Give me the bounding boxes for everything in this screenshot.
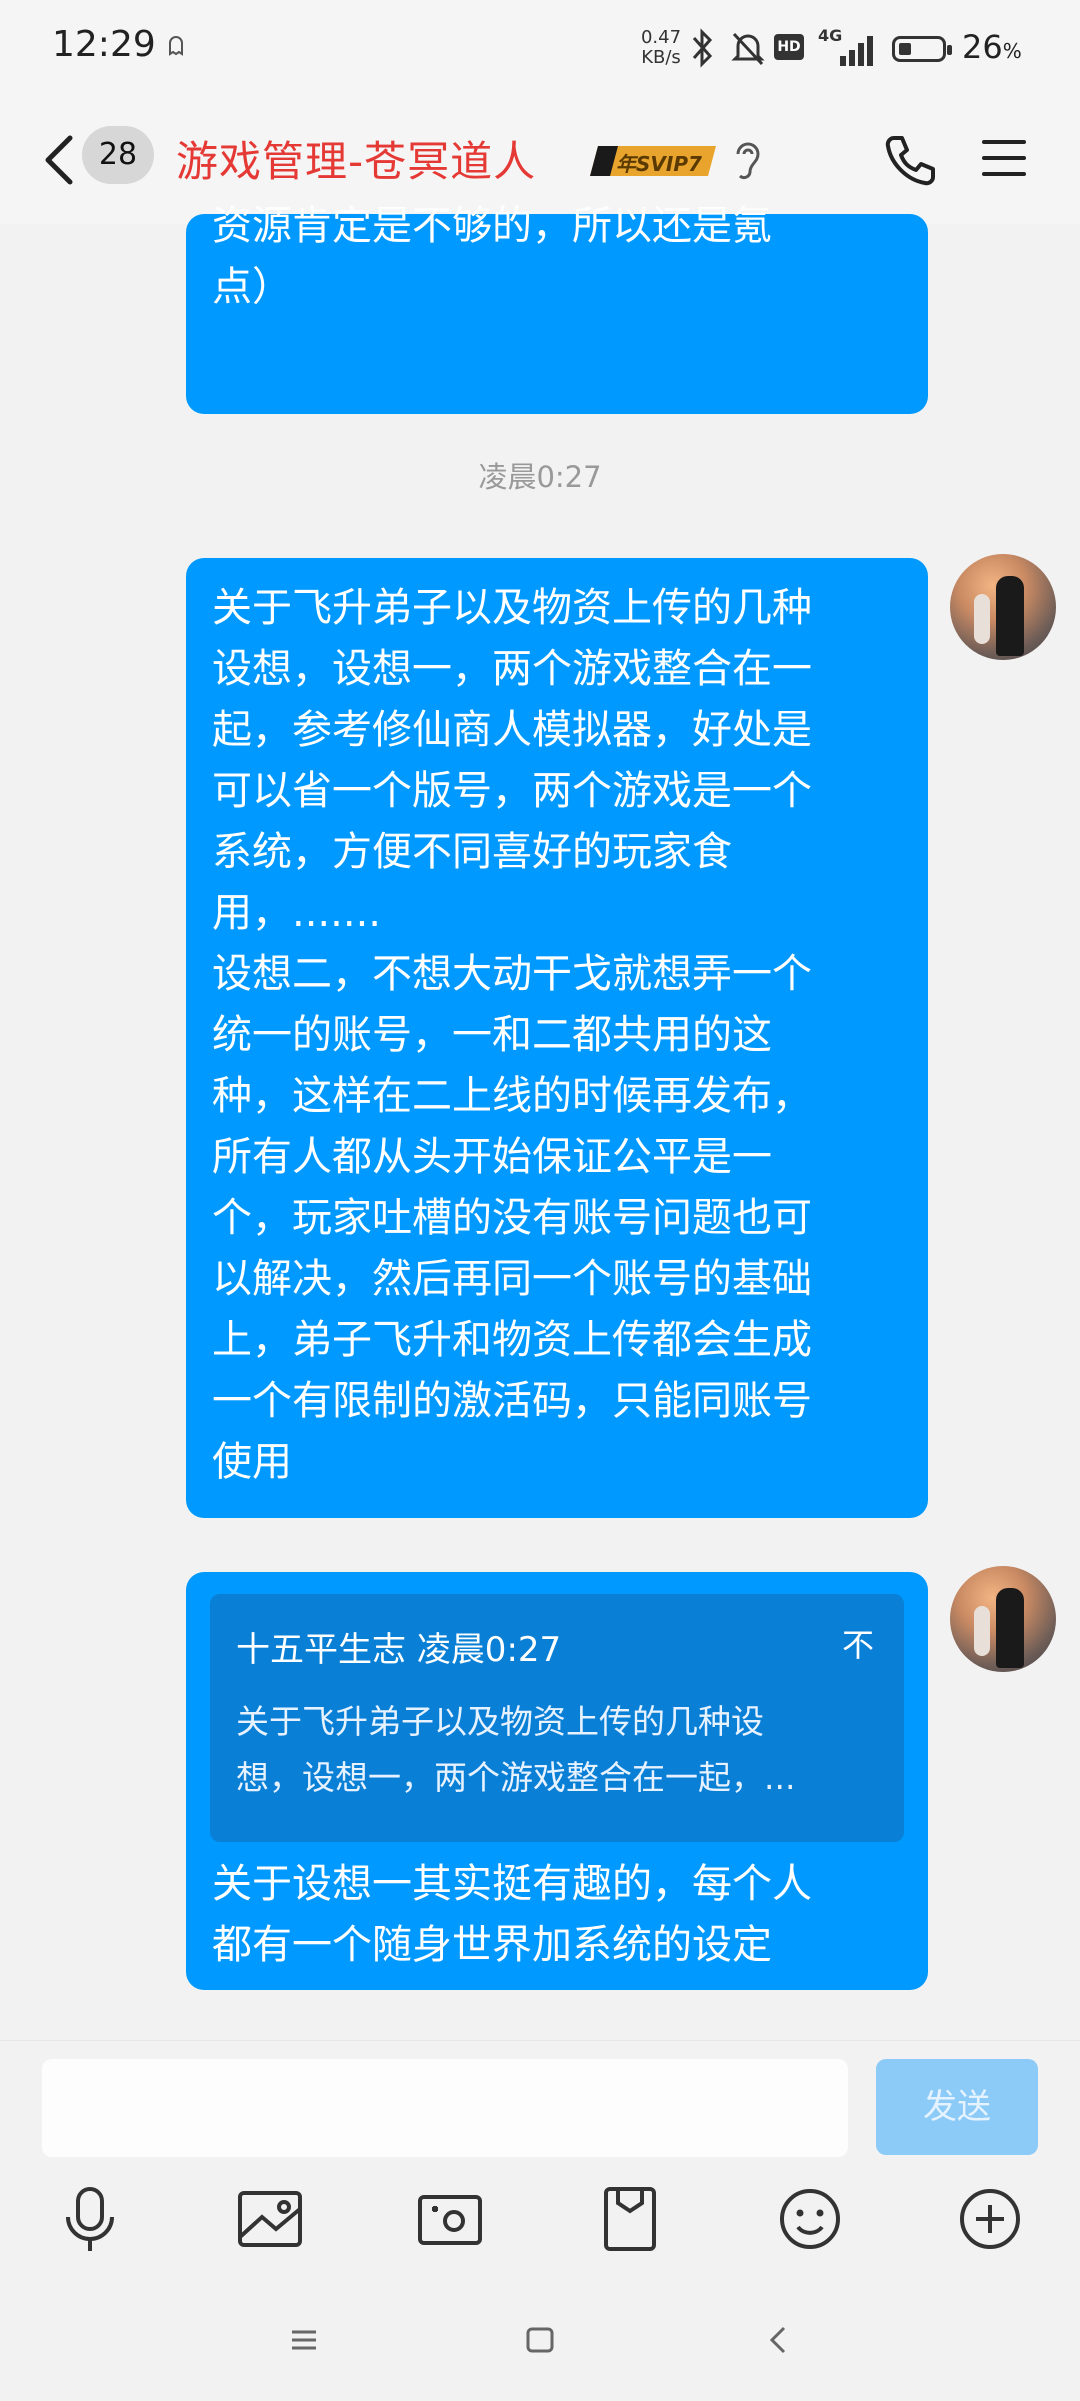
- message-line: 资源肯定是不够的，所以还是氪: [212, 203, 772, 249]
- battery-icon: [892, 36, 952, 62]
- home-nav-icon[interactable]: [522, 2320, 558, 2360]
- phone-call-icon[interactable]: [880, 130, 940, 190]
- back-arrow-icon[interactable]: [30, 124, 90, 196]
- message-bubble[interactable]: 资源肯定是不够的，所以还是氪 点）: [186, 203, 928, 414]
- message-line: 所有人都从头开始保证公平是一: [212, 1134, 772, 1180]
- message-bubble[interactable]: 关于飞升弟子以及物资上传的几种 设想，设想一，两个游戏整合在一 起，参考修仙商人…: [186, 558, 928, 1518]
- camera-icon[interactable]: [410, 2179, 490, 2259]
- user-avatar[interactable]: [950, 1566, 1056, 1672]
- unread-count-badge[interactable]: 28: [82, 126, 154, 184]
- message-bubble[interactable]: 十五平生志 凌晨0:27 不 关于飞升弟子以及物资上传的几种设 想，设想一，两个…: [186, 1572, 928, 1990]
- chat-title[interactable]: 游戏管理-苍冥道人: [176, 128, 536, 189]
- microphone-icon[interactable]: [50, 2179, 130, 2259]
- file-icon[interactable]: [590, 2179, 670, 2259]
- emoji-icon[interactable]: [770, 2179, 850, 2259]
- message-line: 上，弟子飞升和物资上传都会生成: [212, 1317, 812, 1363]
- user-avatar[interactable]: [950, 554, 1056, 660]
- menu-nav-icon[interactable]: [286, 2320, 322, 2360]
- message-line: 用，.......: [212, 890, 382, 936]
- message-line: 设想，设想一，两个游戏整合在一: [212, 646, 812, 692]
- status-bar: 12:29 0.47 KB/s HD 4G 26%: [0, 0, 1080, 96]
- message-line: 以解决，然后再同一个账号的基础: [212, 1256, 812, 1302]
- message-line: 可以省一个版号，两个游戏是一个: [212, 768, 812, 814]
- ghost-notification-icon: [169, 36, 183, 56]
- send-button[interactable]: 发送: [876, 2059, 1038, 2155]
- message-line: 关于设想一其实挺有趣的，每个人: [212, 1861, 812, 1907]
- quote-mark: 不: [841, 1626, 874, 1664]
- message-line: 起，参考修仙商人模拟器，好处是: [212, 707, 812, 753]
- message-line: 一个有限制的激活码，只能同账号: [212, 1378, 812, 1424]
- message-input[interactable]: [42, 2059, 848, 2157]
- plus-icon[interactable]: [950, 2179, 1030, 2259]
- message-line: 统一的账号，一和二都共用的这: [212, 1012, 772, 1058]
- message-line: 都有一个随身世界加系统的设定: [212, 1922, 772, 1968]
- net-speed: 0.47 KB/s: [640, 27, 682, 68]
- message-line: 个，玩家吐槽的没有账号问题也可: [212, 1195, 812, 1241]
- message-line: 使用: [212, 1439, 292, 1485]
- menu-icon[interactable]: [980, 134, 1028, 182]
- quote-preview: 关于飞升弟子以及物资上传的几种设 想，设想一，两个游戏整合在一起，...: [236, 1702, 796, 1797]
- hd-icon: HD: [774, 34, 804, 60]
- battery-percent: 26%: [962, 28, 1022, 66]
- message-line: 种，这样在二上线的时候再发布，: [212, 1073, 812, 1119]
- quote-author: 十五平生志: [236, 1630, 406, 1670]
- message-line: 点）: [212, 264, 292, 310]
- ear-icon[interactable]: [730, 136, 766, 184]
- message-line: 关于飞升弟子以及物资上传的几种: [212, 585, 812, 631]
- status-time: 12:29: [52, 24, 156, 65]
- bluetooth-icon: [692, 28, 713, 68]
- back-nav-icon[interactable]: [760, 2320, 796, 2360]
- signal-icon: [840, 36, 873, 66]
- quote-time: 凌晨0:27: [416, 1630, 562, 1670]
- message-line: 系统，方便不同喜好的玩家食: [212, 829, 732, 875]
- message-timestamp: 凌晨0:27: [478, 460, 602, 494]
- message-line: 设想二，不想大动干戈就想弄一个: [212, 951, 812, 997]
- quote-header: 十五平生志 凌晨0:27: [236, 1622, 561, 1671]
- image-icon[interactable]: [230, 2179, 310, 2259]
- quoted-message[interactable]: 十五平生志 凌晨0:27 不 关于飞升弟子以及物资上传的几种设 想，设想一，两个…: [210, 1594, 904, 1842]
- bell-muted-icon: [731, 32, 765, 66]
- message-list[interactable]: 资源肯定是不够的，所以还是氪 点） 凌晨0:27 关于飞升弟子以及物资上传的几种…: [0, 203, 1080, 2040]
- svip-badge-text: 年SVIP7: [616, 152, 702, 176]
